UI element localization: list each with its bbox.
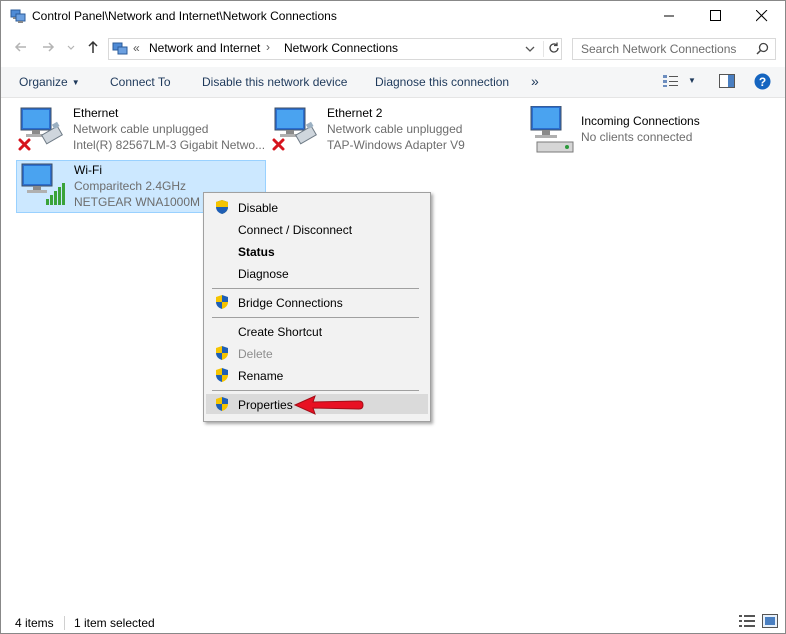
connection-status: No clients connected xyxy=(581,130,693,144)
maximize-button[interactable] xyxy=(693,1,739,31)
connection-device: TAP-Windows Adapter V9 xyxy=(327,138,465,152)
red-arrow-icon xyxy=(293,394,365,419)
refresh-icon[interactable] xyxy=(543,41,563,57)
menu-separator xyxy=(212,390,419,391)
large-icons-view-icon[interactable] xyxy=(762,614,778,631)
menu-separator xyxy=(212,288,419,289)
help-icon[interactable]: ? xyxy=(754,73,771,93)
more-commands-button[interactable]: » xyxy=(531,73,539,89)
menu-item-label: Rename xyxy=(238,369,284,383)
connection-incoming[interactable]: Incoming Connections No clients connecte… xyxy=(525,105,775,156)
menu-item-status[interactable]: Status xyxy=(206,241,428,261)
context-menu: Disable Connect / Disconnect Status Diag… xyxy=(203,192,431,422)
menu-item-label: Properties xyxy=(238,398,293,412)
title-bar: Control Panel\Network and Internet\Netwo… xyxy=(1,1,785,31)
connection-ethernet[interactable]: Ethernet Network cable unplugged Intel(R… xyxy=(17,106,267,156)
selection-count: 1 item selected xyxy=(74,616,155,630)
connection-name: Ethernet xyxy=(73,106,119,120)
network-adapter-icon xyxy=(17,106,67,154)
address-bar[interactable]: « Network and Internet › Network Connect… xyxy=(108,38,562,60)
breadcrumb-separator[interactable]: › xyxy=(266,40,270,54)
uac-shield-icon xyxy=(214,345,230,364)
connection-name: Ethernet 2 xyxy=(327,106,383,120)
uac-shield-icon xyxy=(214,199,230,218)
view-options-caret-icon[interactable]: ▼ xyxy=(688,76,696,85)
menu-item-label: Diagnose xyxy=(238,267,289,281)
connection-status: Network cable unplugged xyxy=(327,122,463,136)
menu-item-disable[interactable]: Disable xyxy=(206,197,428,217)
wireless-adapter-icon xyxy=(18,162,68,210)
command-bar: Organize ▼ Connect To Disable this networ… xyxy=(1,67,785,98)
connect-to-button[interactable]: Connect To xyxy=(110,75,171,89)
overflow-chevron[interactable]: « xyxy=(133,41,140,55)
change-view-icon[interactable] xyxy=(663,74,679,91)
search-input[interactable] xyxy=(573,39,756,59)
search-box[interactable] xyxy=(572,38,776,60)
incoming-connections-icon xyxy=(525,105,575,154)
connection-device: NETGEAR WNA1000M N xyxy=(74,195,204,209)
connection-ethernet-2[interactable]: Ethernet 2 Network cable unplugged TAP-W… xyxy=(271,106,521,156)
connection-status: Comparitech 2.4GHz xyxy=(74,179,187,193)
up-button[interactable] xyxy=(85,39,105,59)
organize-button[interactable]: Organize ▼ xyxy=(19,75,80,89)
explorer-window: Control Panel\Network and Internet\Netwo… xyxy=(0,0,786,634)
uac-shield-icon xyxy=(214,367,230,386)
menu-item-bridge-connections[interactable]: Bridge Connections xyxy=(206,292,428,312)
diagnose-connection-button[interactable]: Diagnose this connection xyxy=(375,75,509,89)
menu-item-rename[interactable]: Rename xyxy=(206,365,428,385)
breadcrumb-network-connections[interactable]: Network Connections xyxy=(284,41,398,55)
network-connections-icon xyxy=(112,41,128,57)
menu-item-create-shortcut[interactable]: Create Shortcut xyxy=(206,321,428,341)
organize-label: Organize xyxy=(19,75,68,89)
chevron-down-icon[interactable] xyxy=(523,42,539,58)
connection-name: Wi-Fi xyxy=(74,163,102,177)
menu-item-connect-disconnect[interactable]: Connect / Disconnect xyxy=(206,219,428,239)
uac-shield-icon xyxy=(214,396,230,415)
menu-item-label: Disable xyxy=(238,201,279,215)
caret-down-icon: ▼ xyxy=(71,78,80,87)
window-title: Control Panel\Network and Internet\Netwo… xyxy=(32,9,337,23)
menu-item-label: Create Shortcut xyxy=(238,325,323,339)
back-button[interactable] xyxy=(13,39,33,59)
minimize-button[interactable] xyxy=(647,1,693,31)
search-icon[interactable] xyxy=(756,42,769,58)
menu-item-diagnose[interactable]: Diagnose xyxy=(206,263,428,283)
menu-item-label: Status xyxy=(238,245,275,259)
item-count: 4 items xyxy=(15,616,54,630)
connection-status: Network cable unplugged xyxy=(73,122,209,136)
menu-item-label: Connect / Disconnect xyxy=(238,223,353,237)
close-button[interactable] xyxy=(739,1,785,31)
menu-separator xyxy=(212,317,419,318)
forward-button[interactable] xyxy=(40,39,60,59)
recent-locations-button[interactable] xyxy=(66,39,78,59)
menu-item-label: Delete xyxy=(238,347,273,361)
network-connections-icon xyxy=(10,8,26,24)
network-adapter-icon xyxy=(271,106,321,154)
preview-pane-icon[interactable] xyxy=(719,74,735,91)
status-separator xyxy=(64,616,65,630)
uac-shield-icon xyxy=(214,294,230,313)
menu-item-label: Bridge Connections xyxy=(238,296,343,310)
details-view-icon[interactable] xyxy=(739,614,755,631)
menu-item-delete[interactable]: Delete xyxy=(206,343,428,363)
disable-device-button[interactable]: Disable this network device xyxy=(202,75,347,89)
svg-text:?: ? xyxy=(759,75,766,89)
breadcrumb-network-and-internet[interactable]: Network and Internet xyxy=(149,41,260,55)
connection-device: Intel(R) 82567LM-3 Gigabit Netwo... xyxy=(73,138,266,152)
status-bar: 4 items 1 item selected xyxy=(1,611,785,633)
connection-name: Incoming Connections xyxy=(581,114,700,128)
